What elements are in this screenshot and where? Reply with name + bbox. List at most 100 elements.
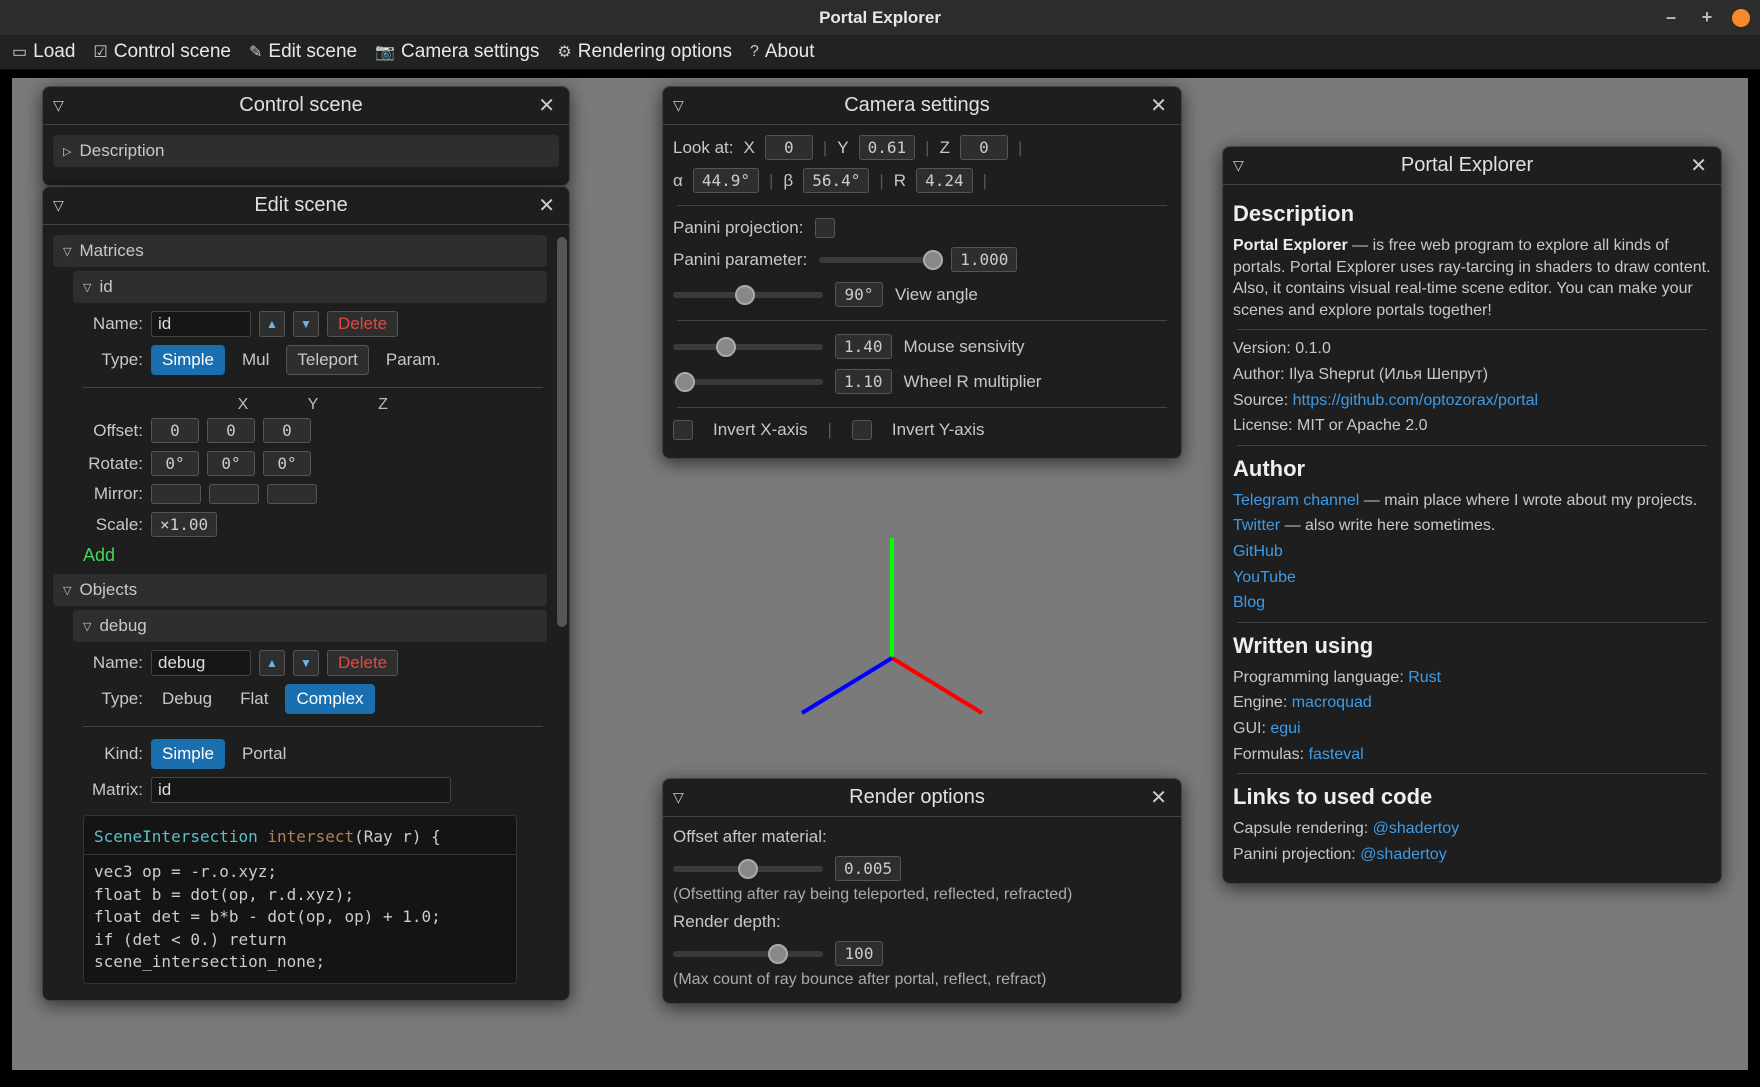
close-icon[interactable]: ✕: [1686, 153, 1711, 178]
close-icon[interactable]: ✕: [1146, 785, 1171, 810]
telegram-link[interactable]: Telegram channel: [1233, 492, 1359, 509]
menu-camera-settings[interactable]: 📷 Camera settings: [375, 41, 539, 63]
type-param-toggle[interactable]: Param.: [375, 345, 452, 375]
mirror-x-checkbox[interactable]: [151, 484, 201, 504]
rotate-x[interactable]: 0°: [151, 451, 199, 476]
gui-link[interactable]: egui: [1270, 720, 1300, 737]
matrix-columns: X Y Z: [223, 396, 547, 414]
collapse-icon[interactable]: ▽: [673, 97, 684, 114]
mouse-sensitivity-slider[interactable]: [673, 344, 823, 350]
twitter-link[interactable]: Twitter: [1233, 517, 1280, 534]
invert-y-checkbox[interactable]: [852, 420, 872, 440]
kind-portal-toggle[interactable]: Portal: [231, 739, 297, 769]
collapse-icon[interactable]: ▽: [53, 197, 64, 214]
beta-value[interactable]: 56.4°: [803, 168, 869, 193]
render-depth-slider[interactable]: [673, 951, 823, 957]
matrices-item-id[interactable]: ▽ id: [73, 271, 547, 303]
move-up-button[interactable]: ▲: [259, 311, 285, 337]
menu-rendering-options[interactable]: ⚙ Rendering options: [557, 41, 732, 63]
capsule-link[interactable]: @shadertoy: [1373, 820, 1460, 837]
scale-value[interactable]: ×1.00: [151, 512, 217, 537]
menu-edit-scene[interactable]: ✎ Edit scene: [249, 41, 357, 63]
invert-x-label: Invert X-axis: [713, 420, 807, 440]
maximize-button[interactable]: +: [1696, 7, 1718, 28]
mirror-y-checkbox[interactable]: [209, 484, 259, 504]
alpha-value[interactable]: 44.9°: [693, 168, 759, 193]
r-value[interactable]: 4.24: [916, 168, 973, 193]
lookat-x[interactable]: 0: [765, 135, 813, 160]
offset-x[interactable]: 0: [151, 418, 199, 443]
beta-label: β: [783, 171, 793, 191]
object-matrix-input[interactable]: [151, 777, 451, 803]
type-flat-toggle[interactable]: Flat: [229, 684, 279, 714]
blog-link[interactable]: Blog: [1233, 594, 1265, 611]
x-label: X: [744, 138, 755, 158]
mirror-z-checkbox[interactable]: [267, 484, 317, 504]
offset-y[interactable]: 0: [207, 418, 255, 443]
github-link[interactable]: GitHub: [1233, 543, 1283, 560]
source-link[interactable]: https://github.com/optozorax/portal: [1293, 392, 1538, 409]
formulas-link[interactable]: fasteval: [1309, 746, 1364, 763]
matrix-delete-button[interactable]: Delete: [327, 311, 398, 337]
object-name-input[interactable]: [151, 650, 251, 676]
panini-link[interactable]: @shadertoy: [1360, 846, 1447, 863]
col-x: X: [223, 396, 263, 414]
collapse-icon[interactable]: ▽: [53, 97, 64, 114]
wheel-multiplier-value[interactable]: 1.10: [835, 369, 892, 394]
view-angle-label: View angle: [895, 285, 978, 305]
lookat-z[interactable]: 0: [960, 135, 1008, 160]
move-down-button[interactable]: ▼: [293, 311, 319, 337]
window-titlebar: Portal Explorer – +: [0, 0, 1760, 35]
author-value: Ilya Sheprut (Илья Шепрут): [1289, 366, 1488, 383]
type-mul-toggle[interactable]: Mul: [231, 345, 280, 375]
view-angle-value[interactable]: 90°: [835, 282, 883, 307]
type-debug-toggle[interactable]: Debug: [151, 684, 223, 714]
section-objects[interactable]: ▽ Objects: [53, 574, 547, 606]
invert-x-checkbox[interactable]: [673, 420, 693, 440]
render-depth-value[interactable]: 100: [835, 941, 883, 966]
menu-control-scene[interactable]: ☑ Control scene: [93, 41, 231, 63]
type-simple-toggle[interactable]: Simple: [151, 345, 225, 375]
mouse-sensitivity-label: Mouse sensivity: [904, 337, 1025, 357]
wheel-multiplier-slider[interactable]: [673, 379, 823, 385]
objects-item-debug[interactable]: ▽ debug: [73, 610, 547, 642]
rotate-y[interactable]: 0°: [207, 451, 255, 476]
close-icon[interactable]: ✕: [534, 193, 559, 218]
offset-material-slider[interactable]: [673, 866, 823, 872]
lookat-y[interactable]: 0.61: [859, 135, 916, 160]
kind-simple-toggle[interactable]: Simple: [151, 739, 225, 769]
type-complex-toggle[interactable]: Complex: [285, 684, 374, 714]
close-icon[interactable]: ✕: [534, 93, 559, 118]
menu-load[interactable]: ▭ Load: [12, 41, 75, 63]
close-window-button[interactable]: [1732, 9, 1750, 27]
shader-code[interactable]: SceneIntersection intersect(Ray r) { vec…: [83, 815, 517, 984]
rotate-z[interactable]: 0°: [263, 451, 311, 476]
move-down-button[interactable]: ▼: [293, 650, 319, 676]
minimize-button[interactable]: –: [1660, 7, 1682, 28]
collapse-icon[interactable]: ▽: [1233, 157, 1244, 174]
lang-link[interactable]: Rust: [1408, 669, 1441, 686]
object-delete-button[interactable]: Delete: [327, 650, 398, 676]
matrix-add-button[interactable]: Add: [75, 541, 123, 570]
matrix-name-input[interactable]: [151, 311, 251, 337]
offset-z[interactable]: 0: [263, 418, 311, 443]
section-description[interactable]: ▷ Description: [53, 135, 559, 167]
offset-material-value[interactable]: 0.005: [835, 856, 901, 881]
mouse-sensitivity-value[interactable]: 1.40: [835, 334, 892, 359]
engine-link[interactable]: macroquad: [1292, 694, 1372, 711]
panini-projection-checkbox[interactable]: [815, 218, 835, 238]
collapse-icon[interactable]: ▽: [673, 789, 684, 806]
menu-about[interactable]: ? About: [750, 41, 815, 63]
youtube-link[interactable]: YouTube: [1233, 569, 1296, 586]
move-up-button[interactable]: ▲: [259, 650, 285, 676]
close-icon[interactable]: ✕: [1146, 93, 1171, 118]
view-angle-slider[interactable]: [673, 292, 823, 298]
section-matrices[interactable]: ▽ Matrices: [53, 235, 547, 267]
type-teleport-toggle[interactable]: Teleport: [286, 345, 368, 375]
rotate-label: Rotate:: [83, 454, 143, 474]
panini-param-slider[interactable]: [819, 257, 939, 263]
panini-param-value[interactable]: 1.000: [951, 247, 1017, 272]
scrollbar[interactable]: [557, 237, 567, 687]
author-label: Author:: [1233, 366, 1289, 383]
camera-icon: 📷: [375, 42, 395, 62]
